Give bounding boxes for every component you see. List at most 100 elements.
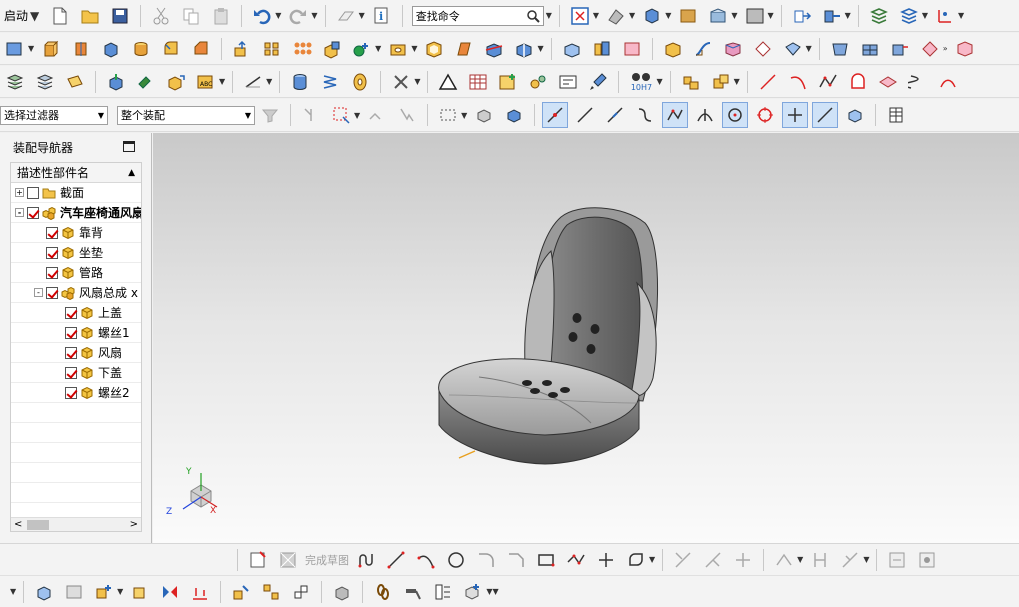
extend-sheet-icon[interactable]: [887, 36, 913, 62]
graphics-viewport[interactable]: Y X Z: [153, 133, 1019, 543]
offset-face-icon[interactable]: [559, 36, 585, 62]
table-icon[interactable]: [465, 69, 491, 95]
redo-icon[interactable]: [285, 3, 311, 29]
binoculars-icon[interactable]: 10H7: [626, 69, 656, 95]
cylinder-icon[interactable]: [128, 36, 154, 62]
copy-object-icon[interactable]: [819, 3, 845, 29]
draft-icon[interactable]: [451, 36, 477, 62]
information-icon[interactable]: i: [369, 3, 395, 29]
chamfer-icon[interactable]: [188, 36, 214, 62]
fit-view-icon[interactable]: [567, 3, 593, 29]
scroll-right-icon[interactable]: >: [130, 519, 138, 530]
quick-extend-icon[interactable]: [700, 547, 726, 573]
snap-on-face-icon[interactable]: [842, 102, 868, 128]
select-chain-icon[interactable]: [364, 102, 390, 128]
extrude-icon[interactable]: [38, 36, 64, 62]
start-menu-button[interactable]: 启动 ▼: [0, 7, 45, 24]
clearance-analysis-icon[interactable]: [329, 579, 355, 605]
sketch-circle-icon[interactable]: [443, 547, 469, 573]
add-component-icon[interactable]: [103, 69, 129, 95]
pattern-feature-icon[interactable]: [259, 36, 285, 62]
wave-link-icon[interactable]: [187, 579, 213, 605]
paste-icon[interactable]: [208, 3, 234, 29]
reuse-library-icon[interactable]: [708, 69, 734, 95]
thicken-icon[interactable]: [589, 36, 615, 62]
command-search-input[interactable]: 查找命令: [411, 5, 544, 26]
combine-icon[interactable]: [319, 36, 345, 62]
derived-line-icon[interactable]: [807, 547, 833, 573]
bounded-plane-icon[interactable]: [857, 36, 883, 62]
navigator-tree[interactable]: 描述性部件名 ▲ + 截面 - 汽车座椅通风扇 靠背 坐垫 管路 - 风扇总成 x 上盖 螺丝1 风扇…: [10, 162, 142, 532]
rectangle-select-icon[interactable]: [435, 102, 461, 128]
product-interface-icon[interactable]: [460, 579, 486, 605]
n-sided-surface-icon[interactable]: [750, 36, 776, 62]
spring-icon[interactable]: [317, 69, 343, 95]
expand-icon[interactable]: +: [15, 188, 24, 197]
snap-quadrant-icon[interactable]: [752, 102, 778, 128]
pattern-geometry-icon[interactable]: [289, 36, 315, 62]
exploded-view-icon[interactable]: [228, 579, 254, 605]
selection-filter-dropdown[interactable]: 选择过滤器 ▼: [0, 105, 108, 125]
datum-point-icon[interactable]: [349, 36, 375, 62]
collapse-icon[interactable]: -: [15, 208, 24, 217]
background-icon[interactable]: [675, 3, 701, 29]
sketch-task-icon[interactable]: [245, 547, 271, 573]
parts-family-icon[interactable]: [678, 69, 704, 95]
tree-node[interactable]: 下盖: [11, 363, 141, 383]
horizontal-scrollbar[interactable]: < >: [11, 517, 141, 531]
quick-trim-icon[interactable]: [670, 547, 696, 573]
annotation-icon[interactable]: [62, 69, 88, 95]
auto-constrain-icon[interactable]: [914, 547, 940, 573]
brush-icon[interactable]: [585, 69, 611, 95]
measure-distance-icon[interactable]: [240, 69, 266, 95]
sketch-fillet-icon[interactable]: [473, 547, 499, 573]
block-icon[interactable]: [98, 36, 124, 62]
select-solid-icon[interactable]: [471, 102, 497, 128]
triangle-icon[interactable]: [435, 69, 461, 95]
bom-icon[interactable]: [430, 579, 456, 605]
create-new-component-icon[interactable]: [127, 579, 153, 605]
profile-icon[interactable]: [353, 547, 379, 573]
visibility-checkbox[interactable]: [65, 306, 77, 319]
sort-ascending-icon[interactable]: ▲: [128, 168, 135, 178]
snap-point-icon[interactable]: [782, 102, 809, 128]
assembly-navigator-icon[interactable]: [31, 579, 57, 605]
tree-node[interactable]: + 截面: [11, 183, 141, 203]
tree-node[interactable]: - 风扇总成 x: [11, 283, 141, 303]
move-object-icon[interactable]: [789, 3, 815, 29]
sweep-face-icon[interactable]: [952, 36, 978, 62]
grid-snap-icon[interactable]: [883, 102, 909, 128]
layer-icon[interactable]: [742, 3, 768, 29]
arrangement-icon[interactable]: [288, 579, 314, 605]
sketch-polygon-icon[interactable]: [563, 547, 589, 573]
sketch-point-icon[interactable]: [593, 547, 619, 573]
offset-curve-icon[interactable]: [935, 69, 961, 95]
select-box-icon[interactable]: [328, 102, 354, 128]
column-header[interactable]: 描述性部件名 ▲: [11, 163, 141, 183]
layer-settings-icon[interactable]: [866, 3, 892, 29]
layer-stack-icon[interactable]: [2, 69, 28, 95]
show-constraints-icon[interactable]: [884, 547, 910, 573]
tree-node[interactable]: - 汽车座椅通风扇: [11, 203, 141, 223]
wcs-icon[interactable]: [932, 3, 958, 29]
maximize-icon[interactable]: [123, 141, 135, 152]
snap-control-point-icon[interactable]: [662, 102, 689, 128]
tree-node[interactable]: 风扇: [11, 343, 141, 363]
sketch-line-icon[interactable]: [383, 547, 409, 573]
select-body-icon[interactable]: [501, 102, 527, 128]
trim-body-icon[interactable]: [481, 36, 507, 62]
new-file-icon[interactable]: [47, 3, 73, 29]
make-corner-icon[interactable]: [730, 547, 756, 573]
revolve-icon[interactable]: [68, 36, 94, 62]
filter-settings-icon[interactable]: [257, 102, 283, 128]
render-style-icon[interactable]: [639, 3, 665, 29]
assembly-constraint-icon[interactable]: [133, 69, 159, 95]
snap-icon[interactable]: [298, 102, 324, 128]
spline-icon[interactable]: [815, 69, 841, 95]
repeat-command-icon[interactable]: [333, 3, 359, 29]
scroll-left-icon[interactable]: <: [14, 519, 22, 530]
ruled-surface-icon[interactable]: [827, 36, 853, 62]
tree-node[interactable]: 靠背: [11, 223, 141, 243]
drawing-sheet-icon[interactable]: [555, 69, 581, 95]
move-component-icon[interactable]: [163, 69, 189, 95]
